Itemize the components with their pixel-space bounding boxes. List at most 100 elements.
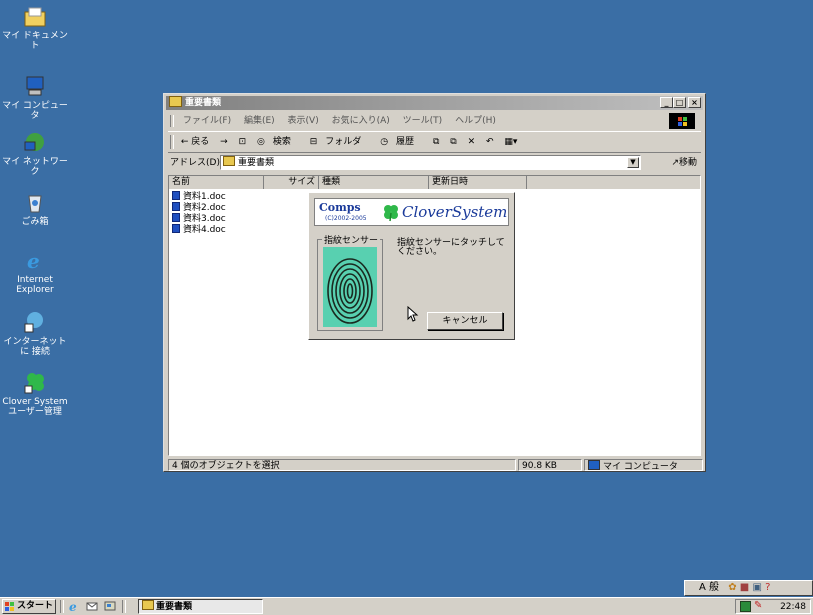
word-doc-icon (172, 191, 180, 200)
up-folder-icon[interactable]: ⊡ (239, 137, 247, 147)
list-item[interactable]: 資料1.doc (172, 191, 226, 202)
folder-icon (169, 96, 182, 107)
toolbar: ← 戻る → ⊡ ◎ 検索 ⊟ フォルダ ◷ 履歴 ⧉ ⧉ ✕ ↶ ▦▾ (168, 131, 701, 153)
task-label: 重要書類 (156, 602, 193, 612)
network-tray-icon[interactable] (740, 601, 751, 612)
list-header: 名前 サイズ 種類 更新日時 (169, 176, 700, 189)
undo-icon[interactable]: ↶ (486, 137, 494, 147)
status-bar: 4 個のオブジェクトを選択 90.8 KB マイ コンピュータ (168, 459, 703, 472)
address-label: アドレス(D) (170, 158, 220, 168)
ime-tools-icon[interactable]: ✿ (728, 582, 736, 593)
file-name: 資料2.doc (183, 203, 226, 213)
clover-system-banner: Comps (C)2002-2005 CloverSystem (314, 198, 509, 226)
ime-language-bar[interactable]: A 般 ✿ ■ ▣ ? (684, 580, 813, 596)
minimize-button[interactable]: _ (660, 97, 673, 108)
list-item[interactable]: 資料2.doc (172, 202, 226, 213)
go-button[interactable]: ↗移動 (671, 154, 697, 172)
fingerprint-dialog: Comps (C)2002-2005 CloverSystem 指紋センサー 指… (308, 192, 515, 340)
delete-icon[interactable]: ✕ (468, 137, 476, 147)
file-items: 資料1.doc 資料2.doc 資料3.doc 資料4.doc (172, 191, 226, 235)
clover-system-logo: CloverSystem (402, 203, 508, 221)
status-location-label: マイ コンピュータ (603, 462, 678, 472)
desktop-icon-my-documents[interactable]: マイ ドキュメント (0, 4, 70, 51)
search-button[interactable]: ◎ 検索 (257, 137, 299, 147)
file-name: 資料1.doc (183, 192, 226, 202)
move-to-icon[interactable]: ⧉ (433, 137, 439, 147)
column-type[interactable]: 種類 (319, 176, 429, 189)
fingerprint-image (323, 247, 377, 327)
title-bar[interactable]: 重要書類 _ □ × (166, 96, 703, 110)
maximize-button[interactable]: □ (673, 97, 686, 108)
list-item[interactable]: 資料4.doc (172, 224, 226, 235)
clover-icon (384, 205, 398, 222)
desktop-icon-clover-system[interactable]: Clover System ユーザー管理 (0, 370, 70, 417)
comps-logo: Comps (319, 201, 361, 214)
window-title: 重要書類 (185, 98, 222, 108)
status-size: 90.8 KB (518, 459, 582, 471)
system-tray: ✎ 22:48 (735, 599, 811, 614)
history-label: 履歴 (396, 137, 415, 147)
menu-view[interactable]: 表示(V) (288, 116, 319, 126)
close-button[interactable]: × (688, 97, 701, 108)
menu-tools[interactable]: ツール(T) (403, 116, 443, 126)
desktop-icon-internet-explorer[interactable]: e Internet Explorer (0, 248, 70, 295)
chevron-down-icon[interactable]: ▼ (627, 157, 639, 168)
tasks-divider (122, 600, 126, 613)
menu-file[interactable]: ファイル(F) (183, 116, 231, 126)
history-button[interactable]: ◷ 履歴 (380, 137, 422, 147)
desktop-icon-my-computer[interactable]: マイ コンピュータ (0, 74, 70, 121)
folders-button[interactable]: ⊟ フォルダ (310, 137, 370, 147)
desktop-icon-internet-connect[interactable]: インターネットに 接続 (0, 310, 70, 357)
file-name: 資料4.doc (183, 225, 226, 235)
clock[interactable]: 22:48 (780, 601, 806, 613)
status-location: マイ コンピュータ (584, 459, 703, 472)
go-label: 移動 (678, 158, 697, 168)
menu-favorites[interactable]: お気に入り(A) (332, 116, 390, 126)
address-value: 重要書類 (238, 158, 275, 168)
ime-dict-icon[interactable]: ▣ (752, 582, 761, 593)
list-item[interactable]: 資料3.doc (172, 213, 226, 224)
taskbar-item-important-docs[interactable]: 重要書類 (138, 599, 263, 614)
cancel-button[interactable]: キャンセル (427, 312, 503, 330)
ime-help-icon[interactable]: ? (765, 582, 770, 593)
forward-button[interactable]: → (220, 137, 228, 147)
status-selection: 4 個のオブジェクトを選択 (168, 459, 516, 471)
folders-label: フォルダ (325, 137, 362, 147)
search-label: 検索 (272, 137, 291, 147)
ime-mode: A 般 (699, 582, 720, 593)
back-button[interactable]: ← 戻る (181, 137, 209, 147)
address-bar: アドレス(D) 重要書類 ▼ ↗移動 (168, 154, 701, 172)
folder-icon (142, 600, 154, 610)
fingerprint-sensor-group: 指紋センサー (317, 233, 383, 331)
column-size[interactable]: サイズ (264, 176, 319, 189)
folders-icon: ⊟ (309, 137, 318, 147)
menu-bar: ファイル(F) 編集(E) 表示(V) お気に入り(A) ツール(T) ヘルプ(… (168, 113, 701, 129)
pen-tray-icon[interactable]: ✎ (754, 600, 762, 611)
internet-explorer-icon: e (23, 248, 47, 273)
clover-icon (23, 370, 47, 394)
history-icon: ◷ (380, 137, 389, 147)
quicklaunch-divider (60, 600, 64, 613)
taskbar: スタート e 重要書類 ✎ 22:48 (0, 597, 813, 615)
trash-icon (23, 190, 47, 214)
column-name[interactable]: 名前 (169, 176, 264, 189)
copyright-text: (C)2002-2005 (325, 215, 367, 222)
desktop-icon-my-network[interactable]: マイ ネットワーク (0, 130, 70, 177)
outlook-express-icon[interactable] (86, 600, 98, 612)
copy-to-icon[interactable]: ⧉ (450, 137, 456, 147)
show-desktop-icon[interactable] (104, 600, 116, 612)
ime-pad-icon[interactable]: ■ (740, 582, 749, 593)
folder-icon (223, 156, 235, 166)
address-input[interactable]: 重要書類 ▼ (220, 155, 641, 170)
column-modified[interactable]: 更新日時 (429, 176, 527, 189)
svg-text:e: e (69, 600, 77, 612)
menu-grip (170, 114, 174, 127)
windows-logo-icon (669, 113, 695, 129)
start-button[interactable]: スタート (2, 599, 56, 614)
svg-text:e: e (27, 249, 40, 272)
internet-explorer-icon[interactable]: e (68, 600, 80, 612)
views-icon[interactable]: ▦▾ (504, 137, 517, 147)
desktop-icon-recycle-bin[interactable]: ごみ箱 (0, 190, 70, 227)
menu-edit[interactable]: 編集(E) (244, 116, 275, 126)
menu-help[interactable]: ヘルプ(H) (455, 116, 496, 126)
